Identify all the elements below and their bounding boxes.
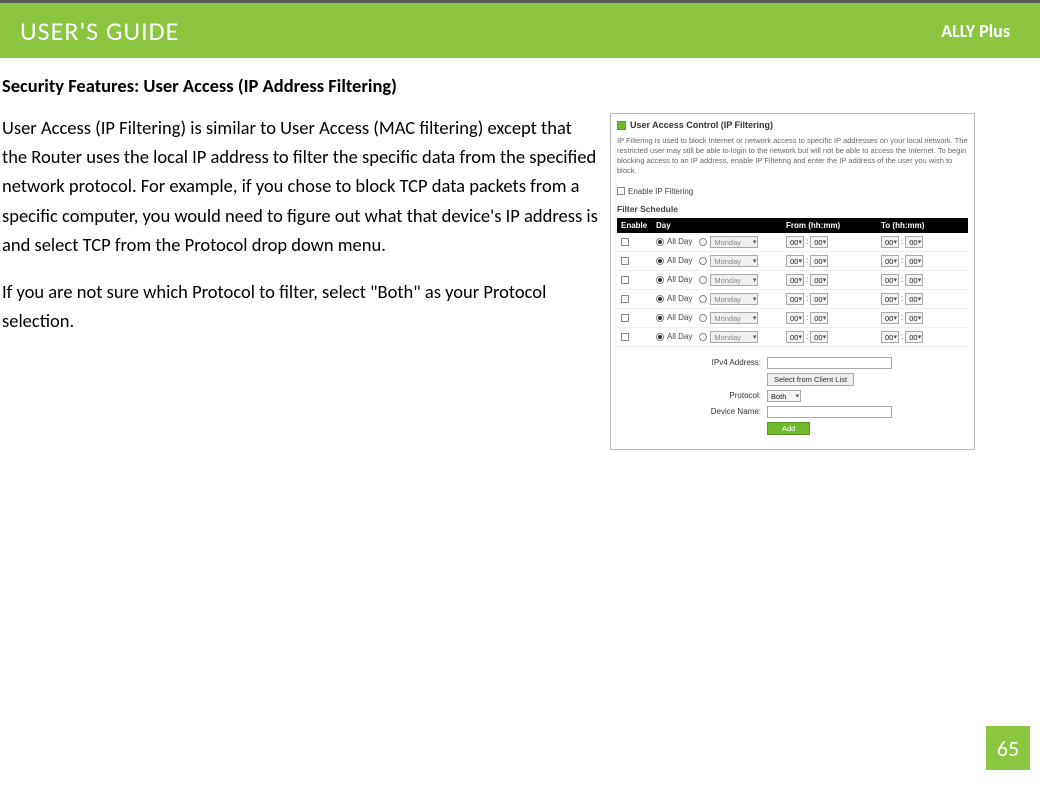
all-day-label: All Day [667,237,692,246]
all-day-radio[interactable] [656,238,664,246]
ip-filter-form: IPv4 Address: Select from Client List Pr… [617,357,968,435]
to-hour-select[interactable]: 00 [881,331,899,343]
to-hour-select[interactable]: 00 [881,236,899,248]
from-min-select[interactable]: 00 [810,312,828,324]
filter-schedule-label: Filter Schedule [617,204,968,214]
page-number: 65 [986,726,1030,770]
th-enable: Enable [621,221,656,230]
select-client-button[interactable]: Select from Client List [767,373,854,386]
all-day-radio[interactable] [656,314,664,322]
from-hour-select[interactable]: 00 [786,293,804,305]
all-day-radio[interactable] [656,276,664,284]
schedule-row: All DayMonday00:0000:00 [617,271,968,290]
to-min-select[interactable]: 00 [905,331,923,343]
protocol-select[interactable]: Both [767,390,801,402]
day-select[interactable]: Monday [710,255,758,267]
paragraph-2: If you are not sure which Protocol to fi… [2,277,600,335]
row-enable-checkbox[interactable] [621,295,629,303]
enable-ip-checkbox[interactable] [617,187,625,195]
all-day-label: All Day [667,275,692,284]
to-min-select[interactable]: 00 [905,312,923,324]
day-select[interactable]: Monday [710,312,758,324]
page-content: Security Features: User Access (IP Addre… [0,58,1040,450]
to-hour-select[interactable]: 00 [881,274,899,286]
day-select[interactable]: Monday [710,274,758,286]
guide-title: USER'S GUIDE [20,15,179,47]
from-hour-select[interactable]: 00 [786,331,804,343]
screenshot-description: IP Filtering is used to block Internet o… [617,136,968,177]
screenshot-title: User Access Control (IP Filtering) [630,120,773,130]
day-select[interactable]: Monday [710,293,758,305]
from-min-select[interactable]: 00 [810,255,828,267]
all-day-radio[interactable] [656,333,664,341]
all-day-label: All Day [667,256,692,265]
day-select-radio[interactable] [699,238,707,246]
from-hour-select[interactable]: 00 [786,274,804,286]
to-hour-select[interactable]: 00 [881,293,899,305]
all-day-radio[interactable] [656,295,664,303]
th-day: Day [656,221,786,230]
device-name-label: Device Name: [697,407,767,416]
section-title: Security Features: User Access (IP Addre… [0,74,1040,113]
day-select-radio[interactable] [699,276,707,284]
add-button[interactable]: Add [767,422,810,435]
from-min-select[interactable]: 00 [810,236,828,248]
to-min-select[interactable]: 00 [905,255,923,267]
paragraph-1: User Access (IP Filtering) is similar to… [2,113,600,259]
embedded-screenshot: User Access Control (IP Filtering) IP Fi… [610,113,975,450]
schedule-row: All DayMonday00:0000:00 [617,252,968,271]
all-day-label: All Day [667,313,692,322]
brand-label: ALLY Plus [941,20,1010,42]
enable-ip-label: Enable IP Filtering [628,187,693,196]
schedule-row: All DayMonday00:0000:00 [617,233,968,252]
enable-ip-filtering-row[interactable]: Enable IP Filtering [617,187,968,196]
from-min-select[interactable]: 00 [810,331,828,343]
title-marker-icon [617,121,626,130]
row-enable-checkbox[interactable] [621,238,629,246]
all-day-label: All Day [667,332,692,341]
to-hour-select[interactable]: 00 [881,255,899,267]
ipv4-label: IPv4 Address: [697,358,767,367]
protocol-label: Protocol: [697,391,767,400]
row-enable-checkbox[interactable] [621,257,629,265]
to-min-select[interactable]: 00 [905,236,923,248]
th-from: From (hh:mm) [786,221,881,230]
from-hour-select[interactable]: 00 [786,255,804,267]
schedule-row: All DayMonday00:0000:00 [617,328,968,347]
to-min-select[interactable]: 00 [905,293,923,305]
day-select-radio[interactable] [699,257,707,265]
schedule-row: All DayMonday00:0000:00 [617,309,968,328]
device-name-input[interactable] [767,406,892,418]
from-hour-select[interactable]: 00 [786,236,804,248]
to-hour-select[interactable]: 00 [881,312,899,324]
day-select-radio[interactable] [699,314,707,322]
all-day-label: All Day [667,294,692,303]
day-select-radio[interactable] [699,295,707,303]
th-to: To (hh:mm) [881,221,961,230]
row-enable-checkbox[interactable] [621,333,629,341]
schedule-table-header: Enable Day From (hh:mm) To (hh:mm) [617,218,968,233]
row-enable-checkbox[interactable] [621,276,629,284]
day-select-radio[interactable] [699,333,707,341]
from-min-select[interactable]: 00 [810,274,828,286]
from-hour-select[interactable]: 00 [786,312,804,324]
ipv4-input[interactable] [767,357,892,369]
row-enable-checkbox[interactable] [621,314,629,322]
body-text: User Access (IP Filtering) is similar to… [0,113,600,354]
header-bar: USER'S GUIDE ALLY Plus [0,0,1040,58]
from-min-select[interactable]: 00 [810,293,828,305]
day-select[interactable]: Monday [710,236,758,248]
all-day-radio[interactable] [656,257,664,265]
day-select[interactable]: Monday [710,331,758,343]
schedule-row: All DayMonday00:0000:00 [617,290,968,309]
to-min-select[interactable]: 00 [905,274,923,286]
